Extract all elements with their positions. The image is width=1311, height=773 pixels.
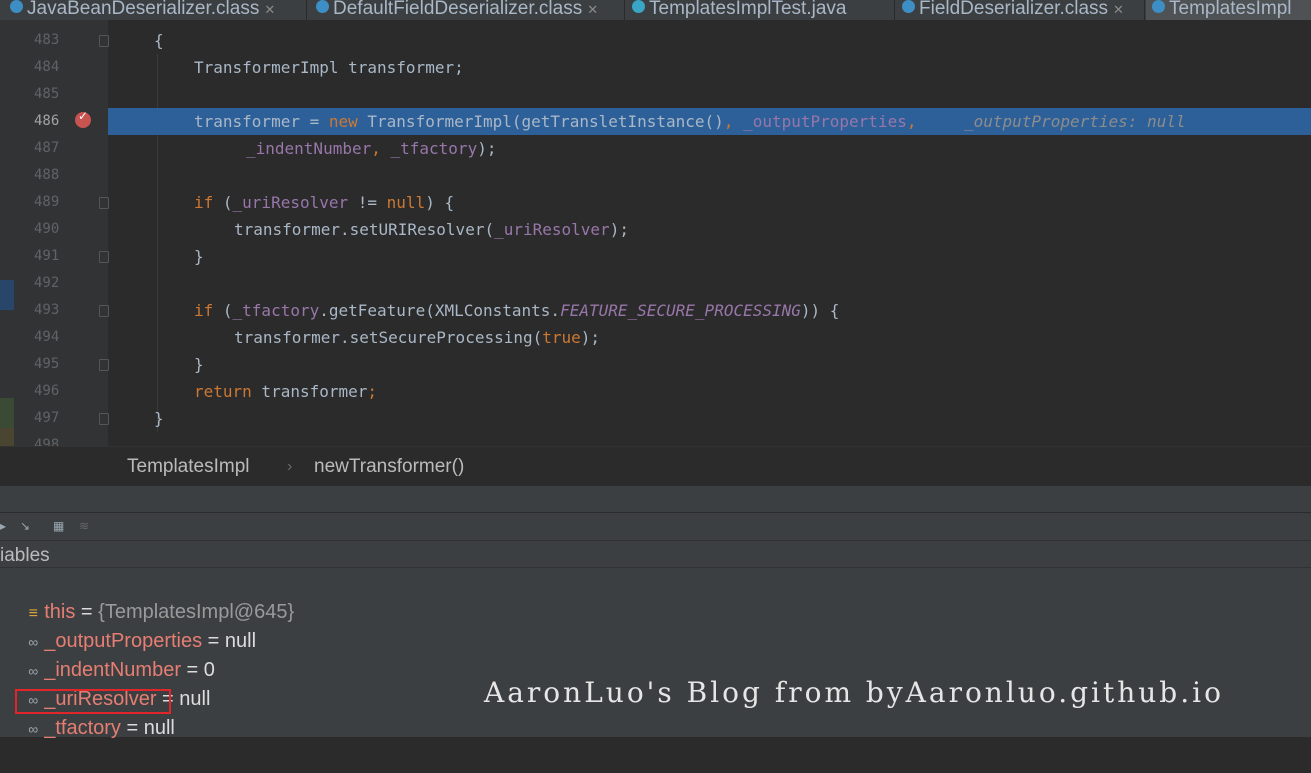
code-editor[interactable]: 483 484 485 486 487 488 489 490 491 492 …	[0, 20, 1311, 446]
line-number: 490	[34, 221, 60, 237]
variables-title: iables	[0, 545, 50, 566]
code-line-496: return transformer;	[194, 382, 378, 401]
breadcrumb-method[interactable]: newTransformer()	[314, 456, 464, 478]
code-line-491: }	[194, 247, 204, 266]
class-file-icon	[902, 0, 915, 14]
line-number: 491	[34, 248, 60, 264]
glasses-icon: ∞	[28, 721, 39, 737]
class-file-icon	[10, 0, 23, 14]
variables-header: iables	[0, 541, 1311, 568]
tab-fielddeserializer[interactable]: FieldDeserializer.class ✕	[902, 0, 1124, 20]
close-icon[interactable]: ✕	[1113, 2, 1124, 17]
step-into-icon[interactable]: ↘	[20, 519, 34, 533]
line-number: 492	[34, 275, 60, 291]
line-number: 497	[34, 410, 60, 426]
code-line-497: }	[154, 409, 164, 428]
line-number: 496	[34, 383, 60, 399]
line-number: 489	[34, 194, 60, 210]
code-line-489: if (_uriResolver != null) {	[194, 193, 455, 212]
line-number: 498	[34, 437, 60, 446]
line-number-gutter[interactable]: 483 484 485 486 487 488 489 490 491 492 …	[14, 20, 108, 446]
variables-tree[interactable]: ≡ this = {TemplatesImpl@645} ∞ _outputProp…	[0, 568, 1311, 739]
breadcrumb: TemplatesImpl › newTransformer()	[0, 446, 1311, 487]
variable-row[interactable]: ∞ _indentNumber = 0	[0, 627, 215, 681]
java-file-icon	[632, 0, 645, 14]
variable-row[interactable]: ∞ _uriResolver = null	[0, 656, 210, 710]
breadcrumb-class[interactable]: TemplatesImpl	[127, 456, 250, 478]
code-line-483: {	[154, 31, 164, 50]
line-number: 488	[34, 167, 60, 183]
tab-templatesimpl[interactable]: TemplatesImpl	[1146, 0, 1311, 20]
close-icon[interactable]: ✕	[264, 2, 275, 17]
variable-row[interactable]: ≡ this = {TemplatesImpl@645}	[0, 569, 295, 623]
class-file-icon	[1152, 0, 1165, 14]
code-line-490: transformer.setURIResolver(_uriResolver)…	[234, 220, 629, 239]
debug-panel-header	[0, 486, 1311, 513]
editor-tab-bar: JavaBeanDeserializer.class ✕ DefaultField…	[0, 0, 1311, 21]
code-line-484: TransformerImpl transformer;	[194, 58, 464, 77]
left-tool-strip	[0, 20, 14, 446]
code-line-494: transformer.setSecureProcessing(true);	[234, 328, 601, 347]
class-file-icon	[316, 0, 329, 14]
variable-row[interactable]: ∞ _outputProperties = null	[0, 598, 256, 652]
line-number: 485	[34, 86, 60, 102]
inline-value-hint: _outputProperties: null	[964, 112, 1186, 131]
line-number: 486	[34, 113, 60, 129]
code-line-495: }	[194, 355, 204, 374]
line-number: 495	[34, 356, 60, 372]
tab-javabeandeserializer[interactable]: JavaBeanDeserializer.class ✕	[10, 0, 275, 20]
evaluate-expression-icon[interactable]: ▦	[53, 519, 67, 533]
line-number: 494	[34, 329, 60, 345]
blog-watermark: AaronLuo's Blog from byAaronluo.github.i…	[484, 676, 1224, 709]
chevron-right-icon: ›	[287, 458, 293, 475]
tab-templatesimpltest[interactable]: TemplatesImplTest.java	[632, 0, 846, 20]
code-line-486-current: transformer = new TransformerImpl(getTra…	[108, 108, 1311, 135]
code-line-493: if (_tfactory.getFeature(XMLConstants.FE…	[194, 301, 840, 320]
annotation-highlight-box	[15, 689, 171, 714]
tab-defaultfielddeserializer[interactable]: DefaultFieldDeserializer.class ✕	[316, 0, 598, 20]
line-number: 487	[34, 140, 60, 156]
line-number: 493	[34, 302, 60, 318]
line-number: 484	[34, 59, 60, 75]
step-over-icon[interactable]: ▸	[0, 519, 14, 533]
trace-icon[interactable]: ≋	[79, 519, 93, 533]
breakpoint-icon[interactable]	[75, 109, 91, 128]
debug-toolbar: ▸ ↘ ▦ ≋	[0, 513, 1311, 541]
close-icon[interactable]: ✕	[587, 2, 598, 17]
line-number: 483	[34, 32, 60, 48]
code-line-487: _indentNumber, _tfactory);	[246, 139, 497, 158]
